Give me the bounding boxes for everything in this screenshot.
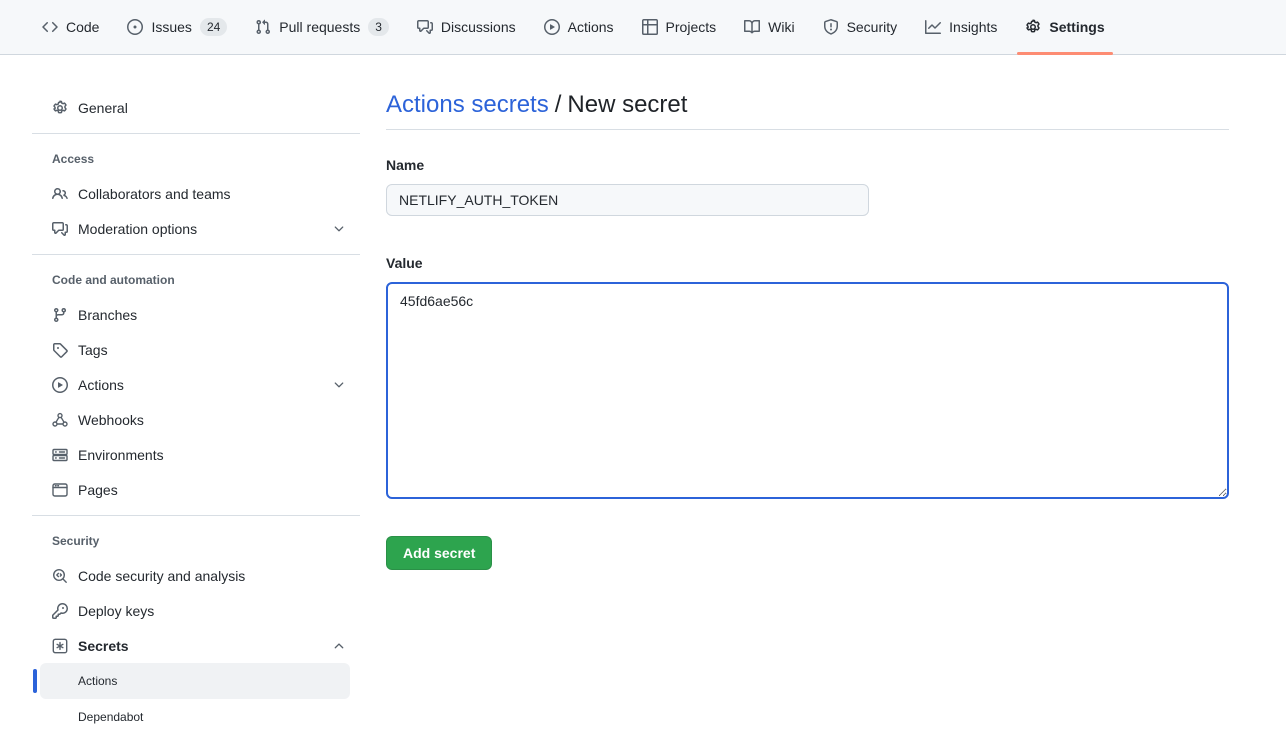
issues-count-badge: 24 (200, 18, 227, 36)
name-field-group: Name (386, 155, 1229, 216)
webhook-icon (52, 412, 68, 428)
tab-wiki[interactable]: Wiki (736, 0, 802, 54)
sidebar-item-label: Webhooks (78, 412, 144, 428)
play-icon (544, 19, 560, 35)
sidebar-item-label: Moderation options (78, 221, 197, 237)
page-body: General Access Collaborators and teams M… (0, 55, 1286, 735)
tab-label: Security (847, 19, 898, 35)
play-icon (52, 377, 68, 393)
tab-issues[interactable]: Issues 24 (119, 0, 235, 54)
active-tab-indicator (1017, 52, 1112, 55)
secret-name-input[interactable] (386, 184, 869, 216)
sidebar-item-moderation-options[interactable]: Moderation options (32, 211, 360, 246)
sidebar-item-label: Tags (78, 342, 108, 358)
browser-icon (52, 482, 68, 498)
breadcrumb-separator: / (555, 91, 562, 118)
sidebar-divider (32, 133, 360, 134)
secret-value-textarea[interactable]: 45fd6ae56c (386, 282, 1229, 499)
server-icon (52, 447, 68, 463)
shield-icon (823, 19, 839, 35)
tab-label: Discussions (441, 19, 516, 35)
chevron-down-icon (332, 378, 346, 392)
tab-label: Code (66, 19, 99, 35)
people-icon (52, 186, 68, 202)
issue-opened-icon (127, 19, 143, 35)
key-asterisk-icon (52, 638, 68, 654)
tab-security[interactable]: Security (815, 0, 906, 54)
tab-label: Issues (151, 19, 191, 35)
sidebar-subitem-label: Actions (78, 674, 117, 688)
tag-icon (52, 342, 68, 358)
sidebar-item-deploy-keys[interactable]: Deploy keys (32, 593, 360, 628)
tab-discussions[interactable]: Discussions (409, 0, 524, 54)
page-title: Actions secrets/New secret (386, 90, 1229, 130)
pull-requests-count-badge: 3 (368, 18, 389, 36)
sidebar-item-code-security-and-analysis[interactable]: Code security and analysis (32, 558, 360, 593)
tab-insights[interactable]: Insights (917, 0, 1005, 54)
sidebar-section-security: Security (32, 534, 360, 548)
tab-label: Insights (949, 19, 997, 35)
comment-discussion-icon (417, 19, 433, 35)
sidebar-item-collaborators-and-teams[interactable]: Collaborators and teams (32, 176, 360, 211)
selected-item-accent-bar (33, 669, 37, 693)
gear-icon (52, 100, 68, 116)
book-icon (744, 19, 760, 35)
sidebar-item-environments[interactable]: Environments (32, 437, 360, 472)
tab-label: Pull requests (279, 19, 360, 35)
sidebar-item-label: Pages (78, 482, 118, 498)
tab-label: Projects (666, 19, 717, 35)
tab-pull-requests[interactable]: Pull requests 3 (247, 0, 397, 54)
sidebar-item-label: Branches (78, 307, 137, 323)
sidebar-subitem-dependabot-secrets[interactable]: Dependabot (40, 699, 350, 735)
chevron-up-icon (332, 639, 346, 653)
code-icon (42, 19, 58, 35)
repo-nav: Code Issues 24 Pull requests 3 Discussio… (0, 0, 1286, 55)
chevron-down-icon (332, 222, 346, 236)
tab-code[interactable]: Code (34, 0, 107, 54)
sidebar-item-branches[interactable]: Branches (32, 297, 360, 332)
tab-label: Settings (1049, 19, 1104, 35)
sidebar-item-actions[interactable]: Actions (32, 367, 360, 402)
sidebar-item-label: Actions (78, 377, 124, 393)
git-branch-icon (52, 307, 68, 323)
sidebar-item-label: Deploy keys (78, 603, 154, 619)
sidebar-item-tags[interactable]: Tags (32, 332, 360, 367)
tab-label: Actions (568, 19, 614, 35)
sidebar-item-label: Code security and analysis (78, 568, 245, 584)
sidebar-item-secrets[interactable]: Secrets (32, 628, 360, 663)
sidebar-subitem-label: Dependabot (78, 710, 143, 724)
sidebar-item-label: Collaborators and teams (78, 186, 231, 202)
value-field-group: Value 45fd6ae56c (386, 253, 1229, 502)
sidebar-item-label: Secrets (78, 638, 129, 654)
sidebar-divider (32, 254, 360, 255)
tab-label: Wiki (768, 19, 794, 35)
settings-sidebar: General Access Collaborators and teams M… (32, 90, 360, 735)
table-icon (642, 19, 658, 35)
graph-icon (925, 19, 941, 35)
sidebar-section-access: Access (32, 152, 360, 166)
tab-settings[interactable]: Settings (1017, 0, 1112, 54)
git-pull-request-icon (255, 19, 271, 35)
sidebar-divider (32, 515, 360, 516)
sidebar-item-label: Environments (78, 447, 164, 463)
add-secret-button[interactable]: Add secret (386, 536, 492, 570)
new-secret-form: Actions secrets/New secret Name Value 45… (386, 90, 1229, 735)
breadcrumb-current: New secret (567, 91, 687, 118)
sidebar-item-webhooks[interactable]: Webhooks (32, 402, 360, 437)
codescan-icon (52, 568, 68, 584)
tab-actions[interactable]: Actions (536, 0, 622, 54)
name-field-label: Name (386, 155, 1229, 176)
sidebar-item-general[interactable]: General (32, 90, 360, 125)
breadcrumb-actions-secrets-link[interactable]: Actions secrets (386, 91, 549, 118)
key-icon (52, 603, 68, 619)
comment-discussion-icon (52, 221, 68, 237)
sidebar-item-pages[interactable]: Pages (32, 472, 360, 507)
sidebar-section-code-and-automation: Code and automation (32, 273, 360, 287)
gear-icon (1025, 19, 1041, 35)
sidebar-item-label: General (78, 100, 128, 116)
sidebar-subitem-actions-secrets[interactable]: Actions (40, 663, 350, 699)
tab-projects[interactable]: Projects (634, 0, 725, 54)
value-field-label: Value (386, 253, 1229, 274)
